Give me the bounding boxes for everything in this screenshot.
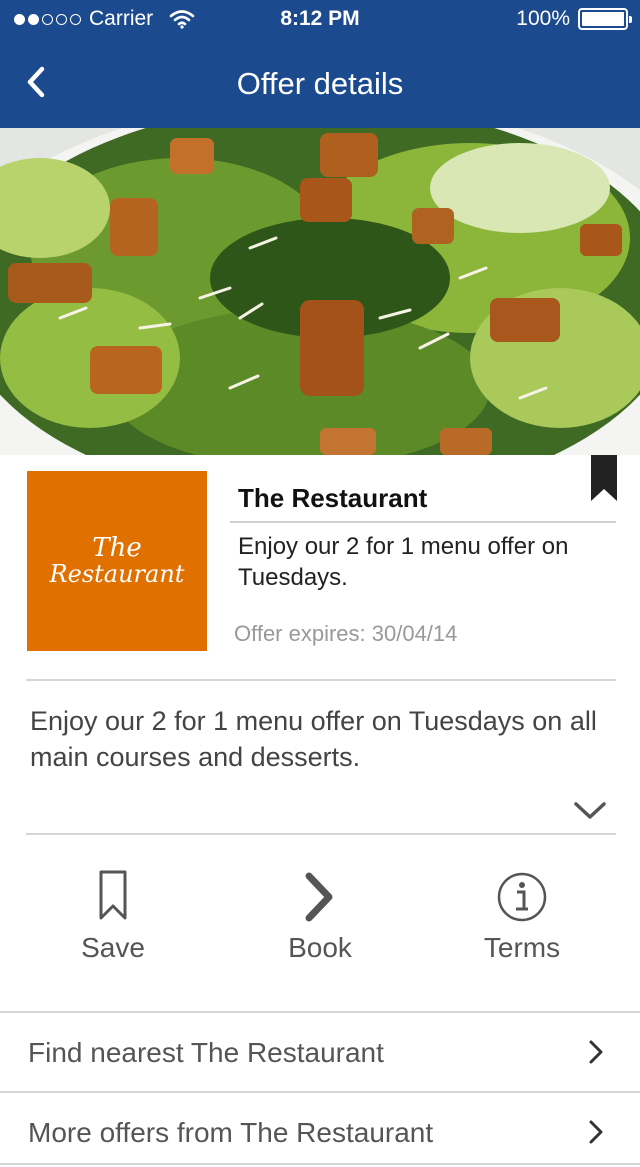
- offer-description: Enjoy our 2 for 1 menu offer on Tuesdays…: [30, 706, 597, 772]
- hero-image: [0, 128, 640, 455]
- restaurant-logo: The Restaurant: [27, 471, 207, 651]
- find-nearest-label: Find nearest The Restaurant: [28, 1037, 384, 1068]
- divider: [26, 833, 616, 835]
- divider: [230, 521, 616, 523]
- logo-line2: Restaurant: [49, 560, 185, 588]
- divider: [26, 679, 616, 681]
- terms-label: Terms: [483, 932, 561, 963]
- bookmark-outline-icon: [99, 870, 127, 920]
- divider: [0, 1163, 640, 1165]
- chevron-down-icon[interactable]: [573, 800, 607, 822]
- chevron-right-icon: [589, 1040, 603, 1064]
- offer-expiry: Offer expires: 30/04/14: [234, 621, 458, 646]
- more-offers-link[interactable]: More offers from The Restaurant: [0, 1093, 640, 1167]
- book-button[interactable]: Book: [230, 868, 410, 978]
- battery-icon: [578, 8, 632, 30]
- chevron-right-icon: [589, 1120, 603, 1144]
- chevron-right-icon: [305, 872, 333, 922]
- restaurant-name: The Restaurant: [238, 483, 428, 513]
- terms-button[interactable]: Terms: [432, 868, 612, 978]
- battery-percent: 100%: [516, 7, 570, 30]
- battery-status: 100%: [516, 7, 632, 31]
- page-title: Offer details: [236, 66, 404, 101]
- save-label: Save: [81, 932, 145, 963]
- bookmark-icon[interactable]: [591, 455, 617, 501]
- logo-line1: The: [92, 533, 142, 563]
- save-button[interactable]: Save: [23, 868, 203, 978]
- salad-photo: [0, 128, 640, 455]
- book-label: Book: [288, 932, 352, 963]
- nav-bar: Offer details: [0, 40, 640, 128]
- more-offers-label: More offers from The Restaurant: [28, 1117, 434, 1148]
- find-nearest-link[interactable]: Find nearest The Restaurant: [0, 1013, 640, 1091]
- info-circle-icon: [497, 872, 547, 922]
- offer-summary: Enjoy our 2 for 1 menu offer on Tuesdays…: [238, 533, 569, 591]
- header: Carrier 8:12 PM 100% Offer details: [0, 0, 640, 128]
- status-bar: Carrier 8:12 PM 100%: [0, 0, 640, 40]
